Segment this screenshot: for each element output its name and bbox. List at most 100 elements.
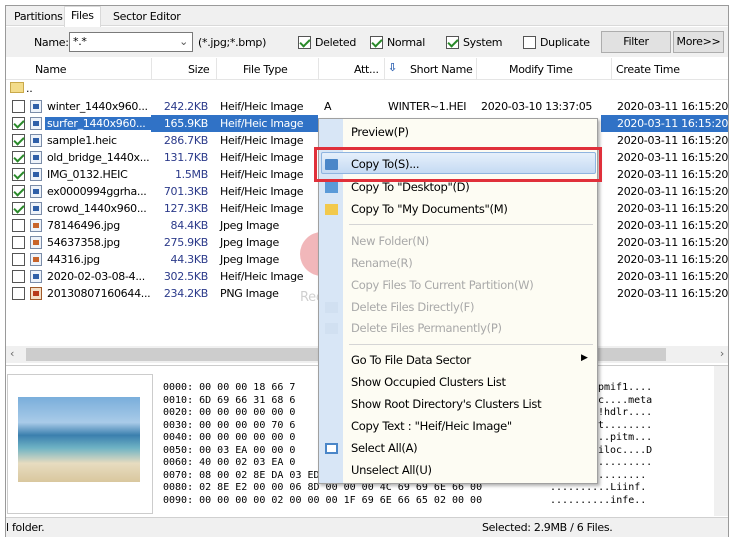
file-checkbox[interactable] xyxy=(12,219,25,232)
hex-ascii: ......... xyxy=(598,457,653,468)
column-divider[interactable] xyxy=(611,58,612,80)
more-button[interactable]: More>> xyxy=(673,31,724,53)
column-header[interactable]: File Type xyxy=(243,63,288,76)
menu-item[interactable]: Copy To "My Documents"(M) xyxy=(351,202,508,216)
menu-item[interactable]: Select All(A) xyxy=(351,441,418,455)
column-divider[interactable] xyxy=(216,58,217,80)
menu-item[interactable]: Copy To "Desktop"(D) xyxy=(351,180,470,194)
submenu-arrow-icon: ▶ xyxy=(581,353,588,363)
file-size: 1.5MB xyxy=(174,168,208,181)
menu-item[interactable]: Copy Text : "Heif/Heic Image" xyxy=(351,419,512,433)
file-create-time: 2020-03-11 16:15:20 xyxy=(617,168,729,181)
hex-row: 0060: 40 00 02 03 EA 0 xyxy=(163,457,296,468)
checkbox-label: Deleted xyxy=(315,36,357,49)
file-size: 44.3KB xyxy=(170,253,209,266)
column-divider[interactable] xyxy=(318,58,319,80)
file-create-time: 2020-03-11 16:15:20 xyxy=(617,117,729,130)
name-label: Name: xyxy=(34,36,69,49)
hex-vertical-scrollbar[interactable] xyxy=(714,366,728,516)
checkbox-duplicate[interactable] xyxy=(523,36,536,49)
heic-file-icon xyxy=(30,270,42,283)
status-left-text: l folder. xyxy=(6,521,45,534)
hex-ascii: !hdlr.... xyxy=(598,407,653,418)
menu-item[interactable]: Copy Files To Current Partition(W) xyxy=(351,278,534,292)
column-header[interactable]: Create Time xyxy=(616,63,680,76)
column-header[interactable]: Short Name xyxy=(410,63,473,76)
chevron-down-icon[interactable]: ⌄ xyxy=(179,35,188,48)
file-checkbox[interactable] xyxy=(12,151,25,164)
menu-item[interactable]: Rename(R) xyxy=(351,256,413,270)
tab-sector-editor[interactable]: Sector Editor xyxy=(107,8,187,26)
file-create-time: 2020-03-11 16:15:20 xyxy=(617,134,729,147)
menu-item[interactable]: Show Occupied Clusters List xyxy=(351,375,506,389)
heic-file-icon xyxy=(30,151,42,164)
menu-item[interactable]: New Folder(N) xyxy=(351,234,429,248)
file-name: winter_1440x960... xyxy=(47,100,148,113)
menu-item[interactable]: Preview(P) xyxy=(351,125,409,139)
name-input[interactable]: *.* xyxy=(73,35,87,48)
hex-ascii: c....meta xyxy=(598,394,653,406)
menu-item[interactable]: Unselect All(U) xyxy=(351,463,432,477)
file-size: 234.2KB xyxy=(163,287,208,300)
hex-row: 0020: 00 00 00 00 00 0 xyxy=(163,407,296,418)
menu-item[interactable]: Delete Files Permanently(P) xyxy=(351,321,502,335)
folder-icon xyxy=(10,82,24,93)
column-divider[interactable] xyxy=(384,58,385,80)
file-type: Heif/Heic Image xyxy=(220,100,304,113)
sort-arrow-icon[interactable]: ⇩ xyxy=(388,61,397,74)
checkbox-icon xyxy=(325,443,338,454)
file-checkbox[interactable] xyxy=(12,100,25,113)
file-checkbox[interactable] xyxy=(12,287,25,300)
column-divider[interactable] xyxy=(476,58,477,80)
scroll-left-icon[interactable]: ‹ xyxy=(10,347,14,360)
column-header[interactable]: Att... xyxy=(354,63,379,76)
file-type: Heif/Heic Image xyxy=(220,202,304,215)
file-row[interactable]: winter_1440x960... 242.2KB Heif/Heic Image… xyxy=(6,98,728,115)
desktop-icon xyxy=(325,182,338,193)
file-checkbox[interactable] xyxy=(12,253,25,266)
hex-row: 0040: 00 00 00 00 00 0 xyxy=(163,432,296,443)
file-size: 84.4KB xyxy=(170,219,209,232)
name-combobox[interactable]: *.* ⌄ xyxy=(69,32,193,52)
tab-files[interactable]: Files xyxy=(64,6,101,27)
hex-row: 0030: 00 00 00 00 70 6 xyxy=(163,419,296,431)
file-size: 302.5KB xyxy=(163,270,208,283)
menu-item[interactable]: Delete Files Directly(F) xyxy=(351,300,474,314)
file-name: 44316.jpg xyxy=(47,253,100,266)
menu-item[interactable]: Go To File Data Sector xyxy=(351,353,471,367)
hex-ascii: t........ xyxy=(598,419,653,431)
hex-row: 0000: 00 00 00 18 66 7 xyxy=(163,382,296,393)
file-checkbox[interactable] xyxy=(12,134,25,147)
file-checkbox[interactable] xyxy=(12,117,25,130)
file-checkbox[interactable] xyxy=(12,168,25,181)
file-checkbox[interactable] xyxy=(12,236,25,249)
hex-ascii: pmif1.... xyxy=(598,382,653,393)
checkbox-system[interactable] xyxy=(446,36,459,49)
file-list-header: Name Size File Type Att... Short Name Modify … xyxy=(6,58,728,80)
file-checkbox[interactable] xyxy=(12,270,25,283)
hex-ascii: ..pitm... xyxy=(598,432,653,443)
column-header[interactable]: Modify Time xyxy=(509,63,573,76)
filter-button[interactable]: Filter xyxy=(601,31,671,53)
file-type: Jpeg Image xyxy=(220,236,279,249)
tab-partitions[interactable]: Partitions xyxy=(8,8,69,26)
file-name: surfer_1440x960... xyxy=(45,117,151,130)
checkbox-normal[interactable] xyxy=(370,36,383,49)
menu-item[interactable]: Show Root Directory's Clusters List xyxy=(351,397,542,411)
image-thumbnail xyxy=(18,397,140,482)
file-size: 127.3KB xyxy=(163,202,208,215)
file-checkbox[interactable] xyxy=(12,185,25,198)
column-header[interactable]: Name xyxy=(35,63,67,76)
file-checkbox[interactable] xyxy=(12,202,25,215)
column-header[interactable]: Size xyxy=(188,63,210,76)
status-bar: l folder. Selected: 2.9MB / 6 Files. xyxy=(6,517,728,537)
checkbox-label: Normal xyxy=(387,36,425,49)
column-divider[interactable] xyxy=(151,58,152,80)
file-name: 54637358.jpg xyxy=(47,236,120,249)
file-size: 131.7KB xyxy=(163,151,208,164)
scroll-right-icon[interactable]: › xyxy=(720,347,724,360)
filter-hint: (*.jpg;*.bmp) xyxy=(198,36,267,49)
parent-folder[interactable]: .. xyxy=(26,82,33,95)
tab-bar: Partitions Files Sector Editor xyxy=(6,6,728,27)
checkbox-deleted[interactable] xyxy=(298,36,311,49)
